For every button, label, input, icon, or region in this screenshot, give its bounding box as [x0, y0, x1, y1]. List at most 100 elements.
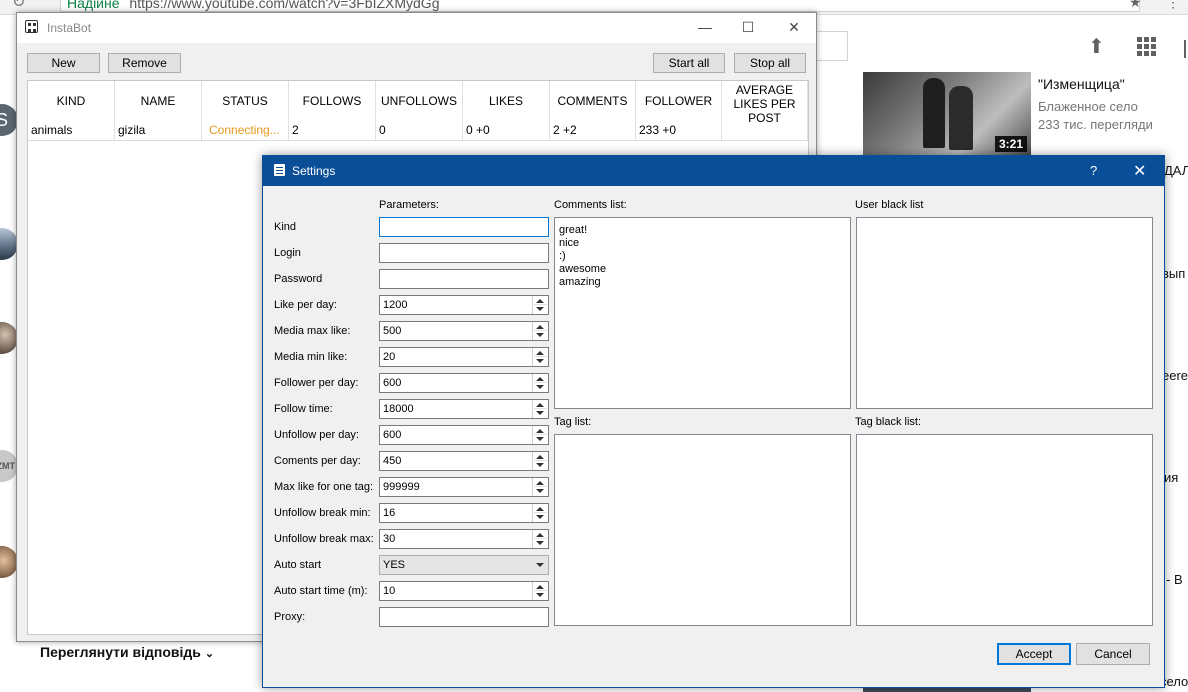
maximize-icon[interactable]: ☐: [736, 17, 760, 37]
stepper-value: 600: [383, 429, 402, 441]
stepper-value: 16: [383, 507, 396, 519]
chevron-down-icon: ⌄: [204, 648, 215, 660]
field-label: Auto start time (m):: [274, 585, 368, 597]
spin-arrows-icon[interactable]: [532, 530, 548, 548]
unfollow-per-day-stepper[interactable]: 600: [379, 425, 549, 445]
secure-label: Надійне: [67, 0, 120, 11]
follower-per-day-stepper[interactable]: 600: [379, 373, 549, 393]
comments-list[interactable]: great! nice :) awesome amazing: [554, 217, 851, 409]
max-like-tag-stepper[interactable]: 999999: [379, 477, 549, 497]
window-title: InstaBot: [47, 21, 92, 35]
stepper-value: 30: [383, 533, 396, 545]
auto-start-select[interactable]: YES: [379, 555, 549, 575]
spin-arrows-icon[interactable]: [532, 348, 548, 366]
close-icon[interactable]: ✕: [782, 17, 806, 37]
chevron-down-icon: [536, 563, 544, 567]
apps-grid-icon[interactable]: [1137, 37, 1156, 56]
title-bar: Settings ? ✕: [263, 156, 1164, 186]
media-min-like-stepper[interactable]: 20: [379, 347, 549, 367]
password-field[interactable]: [379, 269, 549, 289]
kind-field[interactable]: [379, 217, 549, 237]
search-button[interactable]: [817, 31, 848, 61]
spin-arrows-icon[interactable]: [532, 478, 548, 496]
stepper-value: 20: [383, 351, 396, 363]
cell-name: gizila: [118, 123, 146, 137]
spin-arrows-icon[interactable]: [532, 504, 548, 522]
cell-unfollows: 0: [379, 123, 386, 137]
stop-all-button[interactable]: Stop all: [734, 53, 806, 73]
list-item: awesome: [559, 263, 607, 275]
spin-arrows-icon[interactable]: [532, 374, 548, 392]
cell-likes: 0 +0: [466, 123, 490, 137]
url-text: https://www.youtube.com/watch?v=3FbIZXMy…: [129, 0, 440, 11]
partial-text: ДАЛ: [1164, 163, 1188, 178]
user-black-list-label: User black list: [855, 199, 924, 211]
column-header[interactable]: UNFOLLOWS: [376, 81, 463, 140]
select-value: YES: [383, 559, 406, 571]
field-label: Follow time:: [274, 403, 333, 415]
list-item: nice: [559, 237, 580, 249]
close-icon[interactable]: ✕: [1133, 161, 1146, 181]
stepper-value: 999999: [383, 481, 420, 493]
parameters-header: Parameters:: [379, 199, 439, 211]
spin-arrows-icon[interactable]: [532, 452, 548, 470]
spin-arrows-icon[interactable]: [532, 322, 548, 340]
list-item: amazing: [559, 276, 601, 288]
user-black-list[interactable]: [856, 217, 1153, 409]
spin-arrows-icon[interactable]: [532, 296, 548, 314]
accept-button[interactable]: Accept: [997, 643, 1071, 665]
comments-list-label: Comments list:: [554, 199, 627, 211]
cancel-button[interactable]: Cancel: [1076, 643, 1150, 665]
field-label: Login: [274, 247, 301, 259]
stepper-value: 450: [383, 455, 402, 467]
spin-arrows-icon[interactable]: [532, 426, 548, 444]
remove-button[interactable]: Remove: [108, 53, 181, 73]
column-header[interactable]: FOLLOWS: [289, 81, 376, 140]
stepper-value: 18000: [383, 403, 414, 415]
upload-icon[interactable]: ⬆: [1088, 34, 1105, 59]
settings-dialog: Settings ? ✕ Parameters: Kind Login Pass…: [262, 155, 1165, 688]
settings-icon: [274, 164, 285, 176]
field-label: Media max like:: [274, 325, 351, 337]
show-replies-label: Переглянути відповідь: [40, 644, 201, 660]
field-label: Unfollow break max:: [274, 533, 374, 545]
media-max-like-stepper[interactable]: 500: [379, 321, 549, 341]
like-per-day-stepper[interactable]: 1200: [379, 295, 549, 315]
show-replies-link[interactable]: Переглянути відповідь ⌄: [40, 644, 214, 660]
login-field[interactable]: [379, 243, 549, 263]
stepper-value: 10: [383, 585, 396, 597]
unfollow-break-min-stepper[interactable]: 16: [379, 503, 549, 523]
field-label: Like per day:: [274, 299, 337, 311]
spin-arrows-icon[interactable]: [532, 400, 548, 418]
comments-per-day-stepper[interactable]: 450: [379, 451, 549, 471]
start-all-button[interactable]: Start all: [653, 53, 725, 73]
app-icon: [25, 20, 38, 33]
tag-list[interactable]: [554, 434, 851, 626]
cell-kind: animals: [31, 123, 73, 137]
video-title[interactable]: "Изменщица": [1038, 76, 1125, 92]
video-thumbnail[interactable]: 3:21: [863, 72, 1031, 156]
stepper-value: 1200: [383, 299, 408, 311]
view-count: 233 тис. перегляди: [1038, 117, 1153, 132]
partial-text: вып: [1162, 266, 1186, 281]
new-button[interactable]: New: [27, 53, 100, 73]
follow-time-stepper[interactable]: 18000: [379, 399, 549, 419]
partial-text: ия: [1164, 470, 1179, 485]
stepper-value: 500: [383, 325, 402, 337]
tag-black-list[interactable]: [856, 434, 1153, 626]
stepper-value: 600: [383, 377, 402, 389]
cell-follows: 2: [292, 123, 299, 137]
reload-icon[interactable]: ↻: [12, 0, 25, 12]
field-label: Media min like:: [274, 351, 348, 363]
help-button[interactable]: ?: [1090, 163, 1097, 178]
spin-arrows-icon[interactable]: [532, 582, 548, 600]
auto-start-time-stepper[interactable]: 10: [379, 581, 549, 601]
bookmark-star-icon[interactable]: ★: [1129, 0, 1142, 11]
field-label: Password: [274, 273, 323, 285]
proxy-field[interactable]: [379, 607, 549, 627]
menu-icon[interactable]: ⋮: [1166, 0, 1180, 11]
unfollow-break-max-stepper[interactable]: 30: [379, 529, 549, 549]
column-header[interactable]: AVERAGE LIKES PER POST: [722, 81, 808, 140]
minimize-icon[interactable]: —: [693, 17, 717, 37]
address-bar[interactable]: Надійне https://www.youtube.com/watch?v=…: [60, 0, 1140, 12]
